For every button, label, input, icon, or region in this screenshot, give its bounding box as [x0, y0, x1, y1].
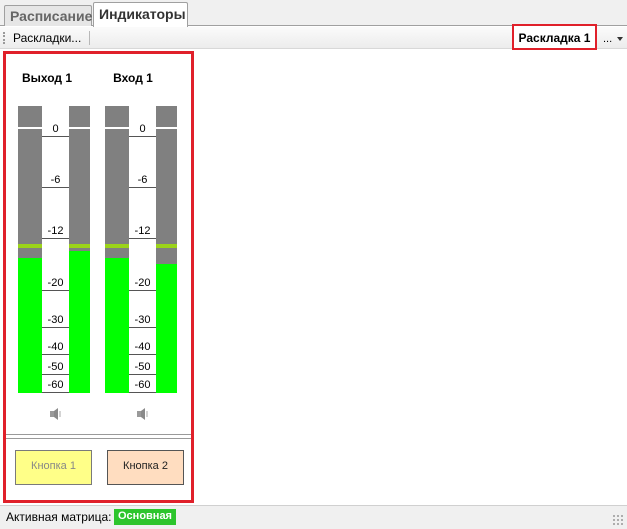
active-matrix-badge: Основная	[114, 509, 176, 525]
panel-divider	[6, 438, 191, 439]
layouts-button[interactable]: Раскладки...	[13, 31, 81, 45]
scale-tick	[42, 290, 69, 291]
scale-tick-label: -40	[42, 342, 69, 353]
scale-tick	[42, 354, 69, 355]
left-channel-level	[18, 257, 42, 393]
level-meter-input: 0 -6 -12 -20 -30 -40 -50 -60	[105, 106, 180, 393]
scale-tick-label: -40	[129, 342, 156, 353]
resize-grip-icon[interactable]	[612, 514, 624, 526]
meter-title-input: Вход 1	[113, 71, 153, 85]
speaker-icon[interactable]	[135, 407, 151, 421]
scale-tick-label: 0	[129, 124, 156, 135]
panel-divider	[6, 434, 191, 435]
meters-panel: Выход 1 Вход 1 0 -6 -12 -20 -30 -40 -50 -60 0 -6…	[3, 51, 194, 503]
right-channel-bar	[66, 106, 90, 393]
right-channel-level	[153, 264, 177, 393]
right-channel-bar	[153, 106, 177, 393]
scale-tick	[129, 238, 156, 239]
scale-tick-label: -60	[42, 380, 69, 391]
db-scale: 0 -6 -12 -20 -30 -40 -50 -60	[129, 106, 156, 393]
toolbar-grip[interactable]	[3, 32, 5, 44]
left-channel-peak	[18, 243, 42, 248]
db-scale: 0 -6 -12 -20 -30 -40 -50 -60	[42, 106, 69, 393]
scale-tick	[129, 392, 156, 393]
scale-tick	[129, 290, 156, 291]
scale-tick	[42, 327, 69, 328]
scale-tick-label: -30	[129, 315, 156, 326]
chevron-down-icon[interactable]	[617, 37, 623, 41]
tab-indicators[interactable]: Индикаторы	[93, 2, 188, 27]
scale-tick	[42, 392, 69, 393]
tab-schedule[interactable]: Расписание	[4, 5, 92, 26]
scale-tick-label: -50	[129, 362, 156, 373]
bar-top-segment	[153, 106, 177, 129]
scale-tick	[42, 374, 69, 375]
button-2[interactable]: Кнопка 2	[107, 450, 184, 485]
right-channel-peak	[66, 243, 90, 248]
button-1[interactable]: Кнопка 1	[15, 450, 92, 485]
toolbar-overflow-button[interactable]: ...	[603, 33, 612, 45]
scale-tick-label: -12	[42, 226, 69, 237]
scale-tick	[42, 238, 69, 239]
status-bar: Активная матрица: Основная	[0, 505, 627, 529]
scale-tick-label: -12	[129, 226, 156, 237]
right-channel-level	[66, 251, 90, 393]
scale-tick-label: 0	[42, 124, 69, 135]
scale-tick-label: -20	[129, 278, 156, 289]
left-channel-level	[105, 257, 129, 393]
left-channel-peak	[105, 243, 129, 248]
scale-tick	[129, 374, 156, 375]
speaker-icon[interactable]	[48, 407, 64, 421]
bar-top-segment	[66, 106, 90, 129]
scale-tick	[129, 187, 156, 188]
scale-tick	[42, 187, 69, 188]
bar-top-segment	[105, 106, 129, 129]
scale-tick-label: -60	[129, 380, 156, 391]
scale-tick-label: -50	[42, 362, 69, 373]
active-matrix-label: Активная матрица:	[6, 510, 112, 524]
toolbar-separator	[89, 31, 90, 45]
scale-tick	[129, 136, 156, 137]
current-layout-button[interactable]: Раскладка 1	[512, 24, 597, 50]
left-channel-bar	[18, 106, 42, 393]
scale-tick-label: -6	[129, 175, 156, 186]
right-channel-peak	[153, 243, 177, 248]
level-meter-output: 0 -6 -12 -20 -30 -40 -50 -60	[18, 106, 93, 393]
scale-tick-label: -20	[42, 278, 69, 289]
scale-tick	[42, 136, 69, 137]
scale-tick	[129, 327, 156, 328]
scale-tick-label: -30	[42, 315, 69, 326]
left-channel-bar	[105, 106, 129, 393]
tab-bar: Расписание Индикаторы	[0, 0, 627, 27]
meter-title-output: Выход 1	[21, 71, 73, 85]
bar-top-segment	[18, 106, 42, 129]
scale-tick	[129, 354, 156, 355]
scale-tick-label: -6	[42, 175, 69, 186]
